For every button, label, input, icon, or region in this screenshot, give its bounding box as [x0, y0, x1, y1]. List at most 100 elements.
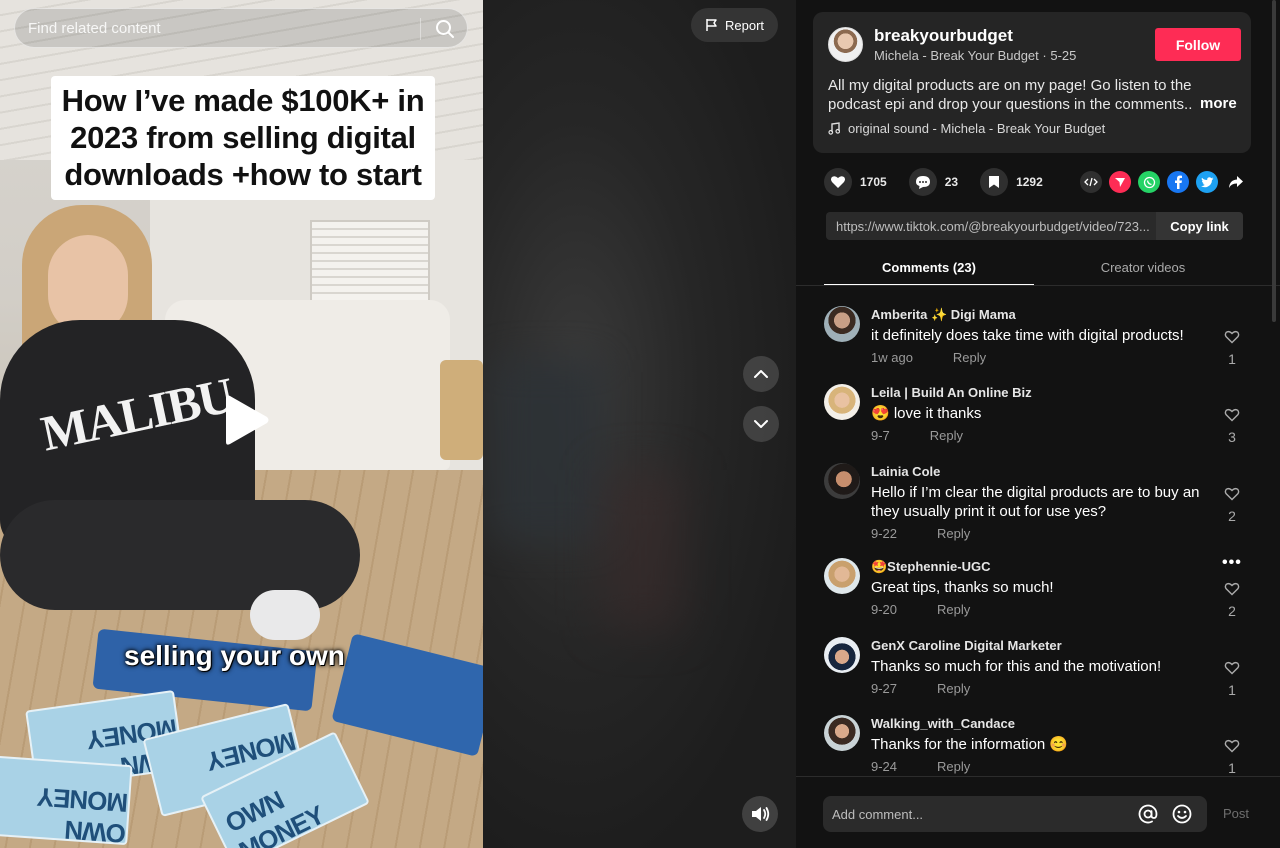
save-button[interactable]	[980, 168, 1009, 196]
author-subline: Michela - Break Your Budget · 5-25	[874, 48, 1077, 63]
comment-date: 9-24	[871, 759, 898, 774]
description-line: All my digital products are on my page! …	[828, 77, 1192, 94]
comment-like[interactable]: 2	[1221, 582, 1243, 619]
tab-creator-videos[interactable]: Creator videos	[1038, 250, 1248, 286]
comment-stat[interactable]: 23	[908, 168, 958, 196]
comments-scrollbar[interactable]	[1272, 0, 1276, 322]
like-count: 1705	[860, 175, 887, 189]
search-button[interactable]	[431, 15, 459, 43]
volume-icon	[752, 807, 770, 821]
reply-button[interactable]: Reply	[937, 602, 970, 617]
comment-like-count: 2	[1228, 508, 1236, 524]
avatar[interactable]	[824, 463, 860, 499]
search-divider	[420, 18, 421, 40]
comment-author[interactable]: Lainia Cole	[871, 464, 940, 479]
video-player[interactable]: MALIBU OWN MONEY OWN MONEY OWN MONEY OWN…	[0, 0, 796, 848]
tab-comments[interactable]: Comments (23)	[824, 250, 1034, 286]
whatsapp-icon[interactable]	[1138, 171, 1160, 193]
comment-text: it definitely does take time with digita…	[871, 327, 1184, 344]
play-icon[interactable]	[222, 394, 270, 446]
comment-text: Great tips, thanks so much!	[871, 579, 1054, 596]
reply-button[interactable]: Reply	[930, 428, 963, 443]
comment-author[interactable]: Amberita ✨ Digi Mama	[871, 307, 1016, 323]
book: OWN MONEY	[0, 754, 133, 848]
comment-like[interactable]: 1	[1221, 330, 1243, 367]
like-stat[interactable]: 1705	[824, 168, 887, 196]
comment-author[interactable]: Walking_with_Candace	[871, 716, 1015, 731]
comment-like[interactable]: 1	[1221, 661, 1243, 698]
comments-list: Amberita ✨ Digi Mama it definitely does …	[796, 290, 1270, 776]
emoji-icon[interactable]	[1171, 803, 1193, 825]
author-username[interactable]: breakyourbudget	[874, 26, 1013, 46]
facebook-icon[interactable]	[1167, 171, 1189, 193]
at-icon[interactable]	[1137, 803, 1159, 825]
comment-text: 😍 love it thanks	[871, 405, 982, 422]
video-link-text[interactable]: https://www.tiktok.com/@breakyourbudget/…	[826, 219, 1156, 234]
chevron-up-icon	[754, 370, 768, 378]
avatar[interactable]	[824, 384, 860, 420]
follow-button[interactable]: Follow	[1155, 28, 1241, 61]
comment-input[interactable]	[823, 806, 1123, 822]
comment-like[interactable]: 1	[1221, 739, 1243, 776]
comment-author[interactable]: Leila | Build An Online Biz	[871, 385, 1032, 400]
scene-side-table	[440, 360, 483, 460]
avatar[interactable]	[824, 637, 860, 673]
comment-meta: 9-22 Reply	[871, 526, 970, 541]
save-stat[interactable]: 1292	[980, 168, 1043, 196]
reply-button[interactable]: Reply	[937, 759, 970, 774]
next-video-button[interactable]	[743, 406, 779, 442]
comment-author[interactable]: GenX Caroline Digital Marketer	[871, 638, 1062, 653]
sound-link[interactable]: original sound - Michela - Break Your Bu…	[828, 121, 1105, 136]
sound-name: original sound - Michela - Break Your Bu…	[848, 121, 1106, 136]
comment-like[interactable]: 2	[1221, 487, 1243, 524]
overlay-title-line: 2023 from selling digital	[70, 120, 416, 155]
report-label: Report	[724, 17, 765, 33]
share-arrow-icon[interactable]	[1225, 171, 1247, 193]
heart-icon	[1224, 408, 1240, 422]
comment-like[interactable]: 3	[1221, 408, 1243, 445]
volume-button[interactable]	[742, 796, 778, 832]
author-avatar[interactable]	[828, 27, 863, 62]
heart-icon	[1224, 582, 1240, 596]
comment-icon	[915, 175, 930, 189]
search-bar[interactable]	[14, 8, 468, 48]
send-icon[interactable]	[1109, 171, 1131, 193]
overlay-title-line: How I’ve made $100K+ in	[61, 83, 425, 118]
comment-like-count: 1	[1228, 682, 1236, 698]
tiktok-video-page: MALIBU OWN MONEY OWN MONEY OWN MONEY OWN…	[0, 0, 1280, 848]
music-note-icon	[828, 122, 840, 135]
comment-meta: 9-7 Reply	[871, 428, 963, 443]
post-button[interactable]: Post	[1223, 806, 1249, 821]
video-frame[interactable]: MALIBU OWN MONEY OWN MONEY OWN MONEY OWN…	[0, 0, 483, 848]
comment-button[interactable]	[908, 168, 937, 196]
like-button[interactable]	[824, 168, 852, 196]
copy-link-button[interactable]: Copy link	[1156, 212, 1243, 240]
comment-date: 1w ago	[871, 350, 913, 365]
comment-author[interactable]: 🤩Stephennie-UGC	[871, 559, 990, 575]
chevron-down-icon	[754, 420, 768, 428]
more-button[interactable]: more	[1200, 95, 1237, 112]
previous-video-button[interactable]	[743, 356, 779, 392]
avatar[interactable]	[824, 306, 860, 342]
reply-button[interactable]: Reply	[953, 350, 986, 365]
save-count: 1292	[1016, 175, 1043, 189]
avatar[interactable]	[824, 715, 860, 751]
video-overlay-title: How I’ve made $100K+ in 2023 from sellin…	[51, 76, 435, 200]
details-panel: breakyourbudget Michela - Break Your Bud…	[796, 0, 1280, 848]
reply-button[interactable]: Reply	[937, 526, 970, 541]
search-input[interactable]	[15, 19, 419, 37]
embed-icon[interactable]	[1080, 171, 1102, 193]
comment-input-box[interactable]	[823, 796, 1207, 832]
comment-meta: 9-24 Reply	[871, 759, 970, 774]
avatar[interactable]	[824, 558, 860, 594]
heart-icon	[1224, 661, 1240, 675]
comment-like-count: 3	[1228, 429, 1236, 445]
reply-button[interactable]: Reply	[937, 681, 970, 696]
engagement-stats: 1705 23 1292	[824, 168, 1065, 196]
twitter-icon[interactable]	[1196, 171, 1218, 193]
report-button[interactable]: Report	[691, 8, 778, 42]
person-sock	[250, 590, 320, 640]
more-dots-icon[interactable]: •••	[1222, 554, 1242, 572]
comment-like-count: 1	[1228, 760, 1236, 776]
author-info-card: breakyourbudget Michela - Break Your Bud…	[813, 12, 1251, 153]
